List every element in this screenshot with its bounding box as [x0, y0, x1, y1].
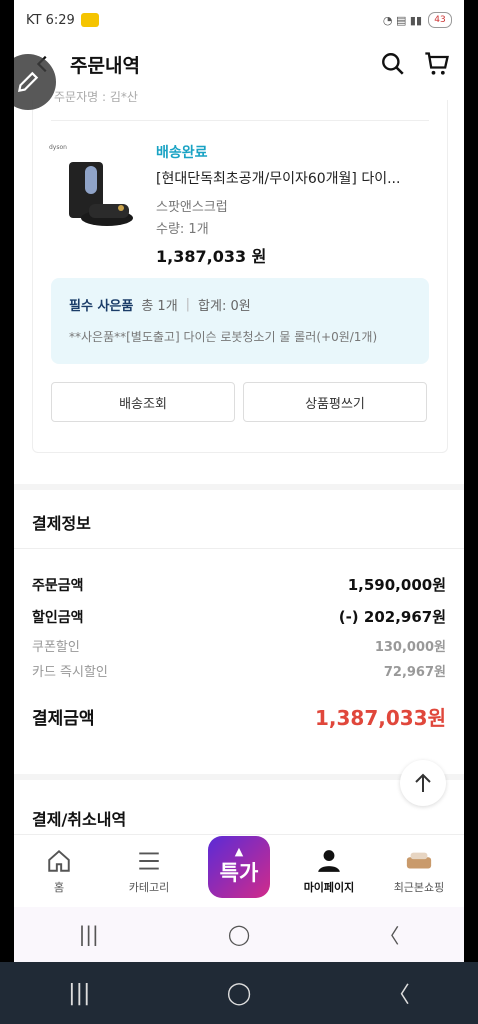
section-separator: [14, 774, 464, 780]
delivery-status: 배송완료: [156, 145, 208, 161]
person-icon: [315, 847, 343, 875]
total-payment-row: 결제금액 1,387,033원: [32, 702, 446, 731]
row-value: (-) 202,967원: [338, 608, 446, 626]
notification-icon: [80, 13, 99, 27]
row-value: 72,967원: [383, 665, 446, 680]
pencil-icon: [17, 71, 39, 93]
tab-home[interactable]: 홈: [14, 835, 104, 907]
status-left: KT 6:29: [26, 13, 99, 28]
product-name[interactable]: [현대단독최초공개/무이자60개월] 다이...: [156, 168, 431, 188]
recent-item-thumbnail: [405, 847, 433, 875]
order-item-card: dyson 배송완료 [현대단독최초공개/무이자60개월] 다이... 스팟앤스…: [32, 100, 448, 453]
product-thumbnail[interactable]: dyson: [49, 144, 143, 234]
home-icon: [45, 847, 73, 875]
divider: [51, 120, 429, 121]
signal-icon: ◔ ▤ ▮▮: [382, 13, 422, 27]
row-label: 결제금액: [32, 709, 95, 729]
write-review-button[interactable]: 상품평쓰기: [243, 382, 427, 422]
app-screen: KT 6:29 ◔ ▤ ▮▮ 43 주문내역 주문자명 : 김*산 dyson: [14, 0, 464, 962]
coupon-discount-row: 쿠폰할인 130,000원: [32, 636, 446, 655]
row-label: 할인금액: [32, 609, 84, 626]
section-separator: [14, 484, 464, 490]
row-label: 주문금액: [32, 577, 84, 594]
payment-section-title: 결제정보: [32, 514, 91, 533]
tab-recent[interactable]: 최근본쇼핑: [374, 835, 464, 907]
product-price: 1,387,033 원: [156, 247, 267, 266]
caret-up-icon: ▲: [234, 845, 244, 858]
recents-nav-icon[interactable]: |||: [79, 922, 99, 946]
tab-label: 최근본쇼핑: [393, 881, 445, 894]
row-value: 130,000원: [374, 640, 446, 655]
tab-label: 마이페이지: [303, 881, 355, 894]
page-header: 주문내역: [14, 40, 464, 88]
total-value: 1,387,033원: [314, 706, 446, 730]
discount-amount-row: 할인금액 (-) 202,967원: [32, 606, 446, 627]
cart-button[interactable]: [420, 47, 454, 81]
order-amount-row: 주문금액 1,590,000원: [32, 574, 446, 595]
card-discount-row: 카드 즉시할인 72,967원: [32, 661, 446, 680]
home-nav-icon[interactable]: ◯: [227, 981, 252, 1006]
android-nav-bar: ||| ◯ 〈: [14, 906, 464, 962]
tab-label: 카테고리: [128, 881, 170, 894]
product-quantity: 수량: 1개: [156, 222, 209, 237]
track-delivery-button[interactable]: 배송조회: [51, 382, 235, 422]
cart-icon: [425, 52, 449, 75]
page-title: 주문내역: [70, 54, 140, 77]
tab-category[interactable]: 카테고리: [104, 835, 194, 907]
divider: [14, 548, 464, 549]
scroll-to-top-button[interactable]: [400, 760, 446, 806]
arrow-up-icon: [415, 773, 431, 792]
gift-box: 필수 사은품 총 1개 | 합계: 0원 **사은품**[별도출고] 다이슨 로…: [51, 278, 429, 364]
system-nav-bar: ||| ◯ 〈: [0, 962, 478, 1024]
gift-separator: |: [185, 297, 191, 312]
cancel-section-title: 결제/취소내역: [32, 810, 127, 829]
product-option: 스팟앤스크럽: [156, 200, 228, 215]
special-deal-icon: ▲ 특가: [208, 836, 270, 898]
recents-nav-icon[interactable]: |||: [68, 981, 90, 1006]
carrier-time: KT 6:29: [26, 12, 75, 28]
battery-icon: 43: [428, 12, 452, 28]
gift-count: 총 1개: [141, 299, 178, 314]
tab-mypage[interactable]: 마이페이지: [284, 835, 374, 907]
tab-label: 홈: [53, 881, 65, 894]
brand-logo: dyson: [49, 144, 67, 151]
back-nav-icon[interactable]: 〈: [379, 920, 399, 949]
home-nav-icon[interactable]: ◯: [228, 922, 250, 946]
status-bar: KT 6:29 ◔ ▤ ▮▮ 43: [14, 0, 464, 40]
row-label: 카드 즉시할인: [32, 665, 108, 680]
bottom-tab-bar: 홈 카테고리 ▲ 특가 마이페이지 최근본쇼핑: [14, 834, 464, 907]
status-right: ◔ ▤ ▮▮ 43: [383, 12, 452, 28]
tab-special-deal[interactable]: ▲ 특가: [194, 835, 284, 907]
row-label: 쿠폰할인: [32, 640, 80, 655]
robot-vacuum-image: [69, 162, 133, 226]
search-button[interactable]: [376, 47, 410, 81]
order-item-info: 배송완료 [현대단독최초공개/무이자60개월] 다이... 스팟앤스크럽 수량:…: [156, 142, 436, 267]
row-value: 1,590,000원: [347, 576, 446, 594]
search-icon: [382, 53, 404, 75]
gift-label: 필수 사은품: [69, 299, 134, 314]
gift-header: 필수 사은품 총 1개 | 합계: 0원: [69, 295, 251, 314]
menu-icon: [135, 847, 163, 875]
back-nav-icon[interactable]: 〈: [388, 977, 410, 1009]
gift-description: **사은품**[별도출고] 다이슨 로봇청소기 물 롤러(+0원/1개): [69, 330, 378, 344]
tab-label: 특가: [219, 861, 259, 885]
gift-total: 합계: 0원: [198, 299, 251, 314]
